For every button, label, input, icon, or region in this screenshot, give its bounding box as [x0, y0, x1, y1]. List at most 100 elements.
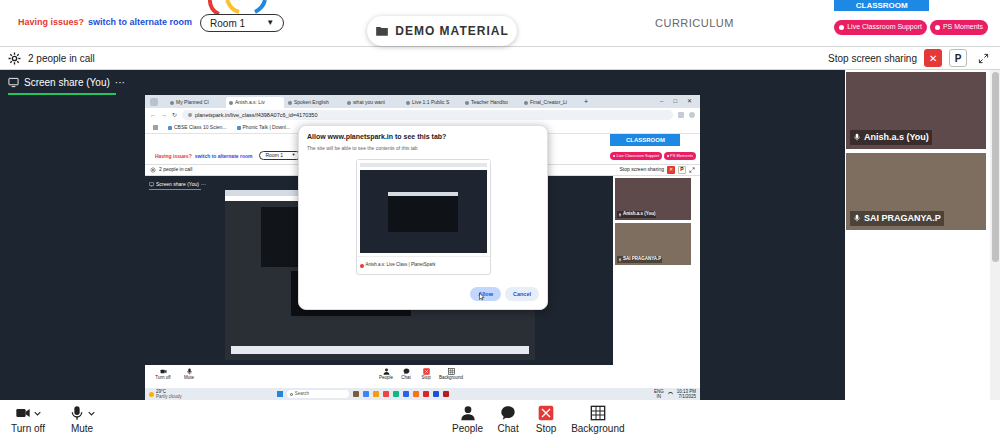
dialog-button-label: Cancel — [513, 290, 531, 298]
taskbar-search[interactable]: Search — [287, 390, 349, 398]
window-control-icon[interactable]: ✕ — [687, 97, 692, 106]
device-control[interactable]: Mute — [179, 368, 199, 382]
people-icon — [383, 368, 390, 375]
call-action[interactable]: Chat — [495, 405, 521, 436]
browser-tab[interactable]: Final_Creator_Li — [521, 97, 579, 108]
app-icon[interactable] — [363, 391, 369, 397]
dialog-button[interactable]: Allow — [470, 287, 501, 301]
app-icon[interactable] — [423, 391, 429, 397]
browser-tab[interactable]: Spoken English — [285, 97, 343, 108]
expand-button[interactable] — [974, 49, 992, 67]
tab-label: Teacher Handbo — [471, 99, 508, 107]
button-dot-icon — [935, 25, 940, 30]
call-action[interactable]: People — [379, 368, 393, 382]
device-controls: Turn off Mute — [153, 368, 199, 382]
people-count: 2 people in call — [28, 51, 95, 66]
expand-icon — [689, 167, 695, 173]
favicon-icon — [360, 264, 364, 268]
classroom-actions: CLASSROOMLive Classroom SupportPS Moment… — [834, 0, 988, 46]
call-action[interactable]: Stop — [419, 368, 433, 382]
room-dropdown[interactable]: Room 1▼ — [200, 14, 284, 32]
windows-start-icon — [277, 391, 283, 397]
call-action[interactable]: Background — [439, 368, 463, 382]
device-control[interactable]: Turn off — [153, 368, 173, 382]
support-button[interactable]: Live Classroom Support — [610, 152, 662, 160]
curriculum-link[interactable]: CURRICULUM — [655, 15, 734, 32]
device-control[interactable]: Mute — [62, 405, 102, 436]
browser-tab[interactable]: Live 1:1 Public S — [403, 97, 461, 108]
support-button[interactable]: PS Moments — [930, 20, 988, 35]
p-label: P — [955, 51, 962, 66]
search-icon — [290, 393, 293, 396]
app-icon[interactable] — [383, 391, 389, 397]
folder-icon — [375, 24, 389, 38]
scrollbar[interactable] — [990, 70, 1000, 400]
window-control-icon[interactable]: – — [660, 97, 663, 106]
apps-icon — [153, 125, 158, 130]
app-icon[interactable] — [433, 391, 439, 397]
pin-button[interactable]: P — [949, 49, 967, 67]
support-button-label: Live Classroom Support — [847, 22, 922, 33]
app-icon[interactable] — [393, 391, 399, 397]
bookmark[interactable]: CBSE Class 10 Scien... — [168, 124, 227, 132]
device-control[interactable]: Turn off — [8, 405, 48, 436]
browser-tab[interactable]: Teacher Handbo — [462, 97, 520, 108]
call-action[interactable]: Chat — [399, 368, 413, 382]
device-control-icons — [15, 405, 41, 421]
control-label: Stop — [536, 421, 557, 436]
pin-button[interactable]: P — [678, 166, 686, 174]
demo-material-button[interactable]: DEMO MATERIAL — [367, 16, 517, 46]
stop-sharing-button[interactable]: ✕ — [667, 166, 675, 174]
region-label: IN — [657, 394, 662, 399]
mic-icon — [853, 214, 861, 222]
participant-tiles: Anish.a.s (You)SAI PRAGANYA.P — [845, 70, 990, 400]
nav-icon[interactable]: ← — [150, 111, 156, 120]
call-action[interactable]: Background — [571, 405, 624, 436]
browser-tab[interactable]: My Planned Cl — [167, 97, 225, 108]
browser-tab[interactable]: Anish.a.s: Liv — [226, 97, 284, 108]
scrollbar-thumb[interactable] — [992, 72, 999, 262]
app-icon[interactable] — [353, 391, 359, 397]
more-icon[interactable]: ··· — [115, 75, 125, 90]
app-icon[interactable] — [403, 391, 409, 397]
browser-tab[interactable]: what you want — [344, 97, 402, 108]
bookmark[interactable]: Phonic Talk | Downl... — [237, 124, 291, 132]
chat-icon — [403, 368, 410, 375]
close-icon: ✕ — [929, 51, 937, 66]
switch-room-link[interactable]: switch to alternate room — [88, 16, 192, 30]
tab-label: Final_Creator_Li — [530, 99, 567, 107]
switch-room-link[interactable]: switch to alternate room — [195, 153, 253, 161]
support-button[interactable]: PS Moments — [664, 152, 696, 160]
preview-screen — [360, 170, 487, 253]
new-tab-icon[interactable]: + — [584, 97, 588, 108]
app-icon[interactable] — [443, 391, 449, 397]
stop-share-icon — [538, 405, 554, 421]
address-bar[interactable]: planetspark.in/live_class/f4398A07c6_id=… — [182, 110, 673, 120]
favicon-icon — [347, 101, 351, 105]
weather-widget: 29°CPartly cloudy — [149, 389, 182, 399]
more-icon[interactable]: ··· — [201, 181, 206, 189]
room-dropdown[interactable]: Room 1▼ — [259, 151, 301, 161]
mic-icon — [186, 368, 193, 375]
call-action[interactable]: Stop — [533, 405, 559, 436]
background-icon — [590, 405, 606, 421]
tab-label: Anish.a.s: Liv — [235, 99, 265, 107]
stop-sharing-button[interactable]: ✕ — [924, 49, 942, 67]
support-button[interactable]: Live Classroom Support — [834, 20, 927, 35]
participant-label: Anish.a.s (You) — [850, 130, 932, 146]
control-label: Mute — [184, 375, 194, 382]
camera-icon — [160, 368, 167, 375]
app-icon[interactable] — [413, 391, 419, 397]
nav-icon[interactable]: ↻ — [172, 111, 177, 120]
dialog-button[interactable]: Cancel — [505, 287, 539, 301]
chat-icon — [500, 405, 516, 421]
app-icon[interactable] — [373, 391, 379, 397]
gear-icon — [8, 52, 21, 65]
window-control-icon[interactable]: □ — [673, 97, 677, 106]
participant-label: Anish.a.s (You) — [617, 211, 656, 218]
favicon-icon — [229, 101, 233, 105]
participant-label: SAI PRAGANYA.P — [617, 256, 662, 263]
tab-preview[interactable]: Anish.a.s: Live Class | PlanetSpark — [356, 159, 491, 275]
nav-icon[interactable]: → — [161, 111, 167, 120]
call-action[interactable]: People — [452, 405, 483, 436]
